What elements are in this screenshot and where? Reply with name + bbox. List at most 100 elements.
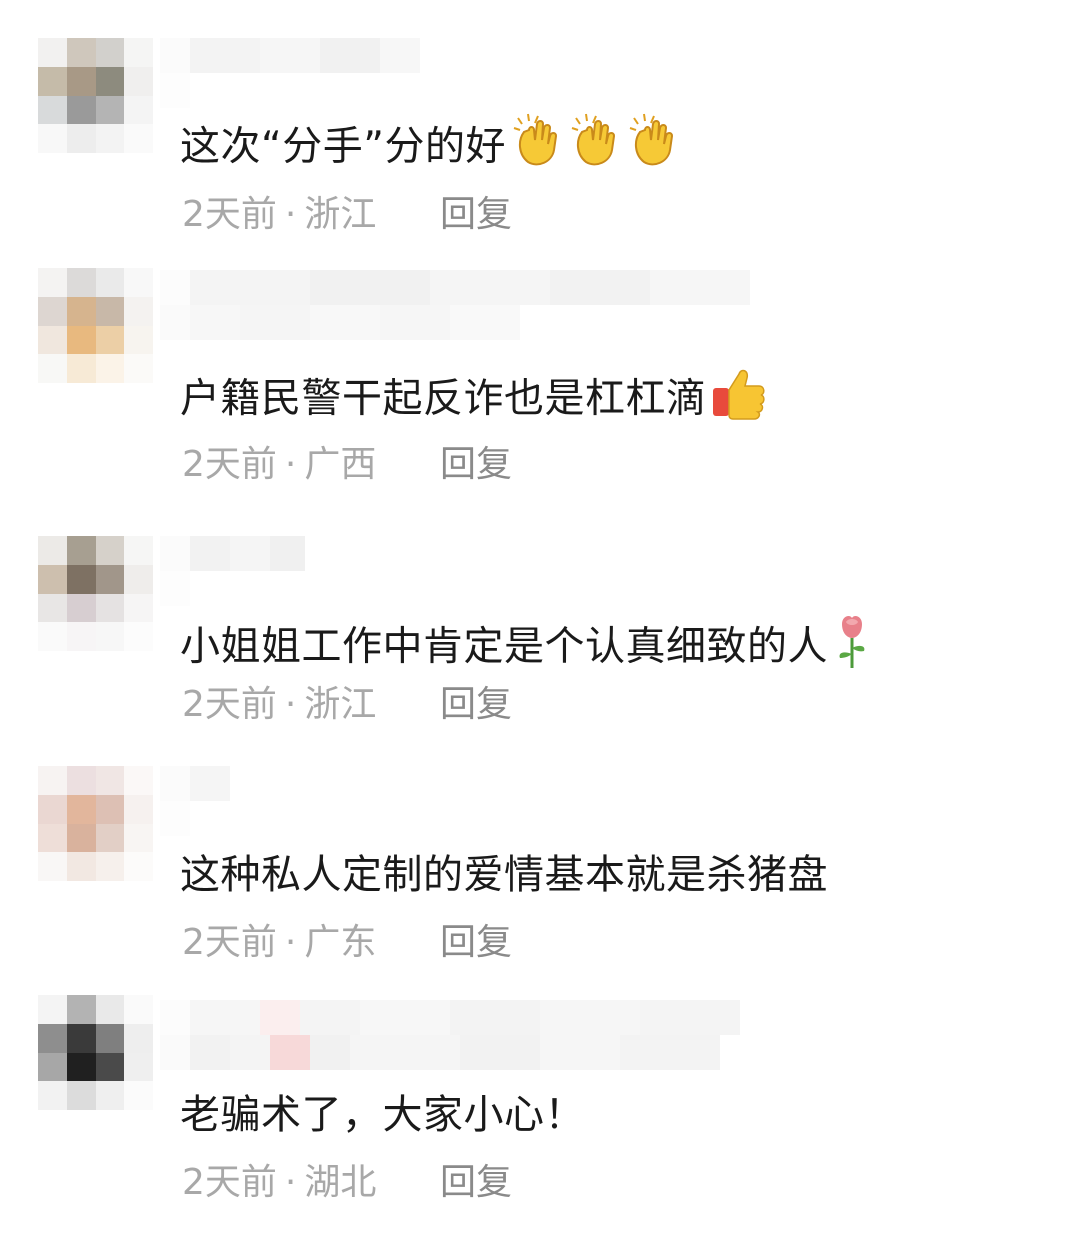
avatar-pixel [124, 593, 153, 623]
clap-icon [508, 110, 564, 187]
avatar[interactable] [38, 268, 153, 383]
avatar-pixel [124, 823, 153, 853]
avatar-pixel [66, 95, 96, 125]
avatar-pixel [66, 536, 96, 565]
avatar-pixel [124, 354, 153, 383]
meta-separator: · [284, 444, 297, 485]
comment-time: 2天前 [182, 922, 277, 963]
comment-text: 户籍民警干起反诈也是杠杠滴 [180, 362, 769, 439]
rose-icon [839, 616, 865, 668]
meta-separator: · [284, 684, 297, 725]
avatar-pixel [38, 1023, 67, 1053]
comment-text-body: 这种私人定制的爱情基本就是杀猪盘 [180, 852, 828, 898]
avatar-pixel [38, 1081, 67, 1110]
comment-text: 这种私人定制的爱情基本就是杀猪盘 [180, 845, 828, 905]
avatar[interactable] [38, 766, 153, 881]
avatar[interactable] [38, 995, 153, 1110]
comment-text: 小姐姐工作中肯定是个认真细致的人 [180, 610, 874, 687]
reply-button[interactable]: 回复 [440, 680, 512, 730]
avatar-pixel [38, 536, 67, 565]
avatar-pixel [124, 1023, 153, 1053]
avatar-pixel [95, 794, 125, 824]
username-blurred[interactable] [160, 766, 230, 836]
comment-time: 2天前 [182, 194, 277, 235]
reply-button[interactable]: 回复 [440, 918, 512, 968]
avatar-pixel [124, 296, 153, 326]
avatar-pixel [66, 66, 96, 96]
avatar-pixel [124, 564, 153, 594]
comment-meta: 2天前 · 浙江 回复 [182, 190, 512, 240]
comment-location: 广西 [304, 444, 377, 485]
avatar-pixel [124, 852, 153, 881]
avatar-pixel [38, 593, 67, 623]
comment-meta: 2天前 · 湖北 回复 [182, 1158, 512, 1208]
avatar-pixel [95, 325, 125, 355]
avatar-pixel [66, 296, 96, 326]
reply-button[interactable]: 回复 [440, 440, 512, 490]
reply-button[interactable]: 回复 [440, 1158, 512, 1208]
avatar-pixel [95, 1052, 125, 1082]
avatar-pixel [95, 766, 125, 795]
avatar-pixel [95, 66, 125, 96]
avatar-pixel [124, 995, 153, 1024]
comment-location: 湖北 [304, 1162, 377, 1203]
comment-time: 2天前 [182, 684, 277, 725]
username-blurred[interactable] [160, 1000, 740, 1070]
reply-button[interactable]: 回复 [440, 190, 512, 240]
comment-text-body: 老骗术了，大家小心！ [180, 1092, 585, 1138]
comment-text: 老骗术了，大家小心！ [180, 1085, 585, 1145]
avatar-pixel [124, 794, 153, 824]
username-blurred[interactable] [160, 270, 750, 340]
avatar-pixel [66, 995, 96, 1024]
avatar-pixel [66, 593, 96, 623]
avatar-pixel [38, 622, 67, 651]
meta-separator: · [284, 922, 297, 963]
avatar-pixel [38, 794, 67, 824]
avatar-pixel [95, 593, 125, 623]
avatar-pixel [124, 1052, 153, 1082]
avatar-pixel [66, 124, 96, 153]
avatar-pixel [38, 95, 67, 125]
username-blurred[interactable] [160, 38, 420, 108]
rose-icon [830, 610, 874, 687]
username-blurred[interactable] [160, 536, 305, 606]
comment-text: 这次“分手”分的好 [180, 110, 680, 187]
meta-separator: · [284, 1162, 297, 1203]
comment-meta: 2天前 · 广东 回复 [182, 918, 512, 968]
avatar-pixel [38, 354, 67, 383]
avatar-pixel [124, 124, 153, 153]
avatar-pixel [124, 268, 153, 297]
comment-meta: 2天前 · 浙江 回复 [182, 680, 512, 730]
avatar-pixel [124, 622, 153, 651]
comment-time: 2天前 [182, 444, 277, 485]
avatar-pixel [95, 95, 125, 125]
avatar-pixel [95, 124, 125, 153]
avatar-pixel [95, 354, 125, 383]
avatar-pixel [95, 995, 125, 1024]
avatar-pixel [95, 823, 125, 853]
avatar-pixel [66, 1081, 96, 1110]
comment-meta: 2天前 · 广西 回复 [182, 440, 512, 490]
avatar-pixel [95, 622, 125, 651]
comment-text-body: 小姐姐工作中肯定是个认真细致的人 [180, 623, 828, 670]
avatar-pixel [124, 1081, 153, 1110]
avatar-pixel [95, 296, 125, 326]
avatar-pixel [66, 823, 96, 853]
avatar[interactable] [38, 38, 153, 153]
clap-icon [566, 110, 622, 187]
avatar-pixel [38, 852, 67, 881]
meta-separator: · [284, 194, 297, 235]
clap-icon [624, 110, 680, 187]
comment-location: 浙江 [304, 684, 377, 725]
avatar[interactable] [38, 536, 153, 651]
avatar-pixel [66, 1052, 96, 1082]
comment-location: 浙江 [304, 194, 377, 235]
avatar-pixel [124, 766, 153, 795]
avatar-pixel [124, 325, 153, 355]
avatar-pixel [38, 766, 67, 795]
avatar-pixel [124, 95, 153, 125]
avatar-pixel [124, 66, 153, 96]
avatar-pixel [66, 38, 96, 67]
avatar-pixel [38, 66, 67, 96]
comment-location: 广东 [304, 922, 377, 963]
